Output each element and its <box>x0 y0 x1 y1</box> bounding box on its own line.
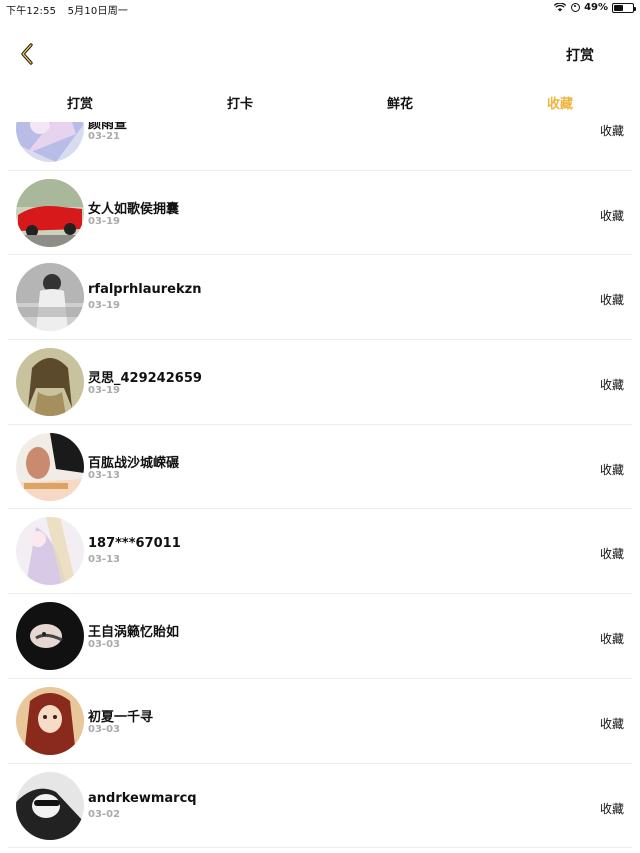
avatar <box>16 348 84 417</box>
status-time: 下午12:55 <box>6 6 57 17</box>
favorite-label[interactable]: 收藏 <box>600 461 624 478</box>
favorite-date: 03-13 <box>88 469 120 481</box>
favorite-label[interactable]: 收藏 <box>600 545 624 562</box>
user-name: andrkewmarcq <box>88 790 197 806</box>
avatar <box>16 263 84 332</box>
avatar <box>16 686 84 755</box>
back-button[interactable] <box>14 40 42 68</box>
avatar <box>16 602 84 671</box>
list-item[interactable]: 王自涡籁忆貽如 03-03 收藏 <box>8 594 632 679</box>
battery-percent: 49% <box>584 2 608 13</box>
avatar <box>16 122 84 162</box>
favorite-label[interactable]: 收藏 <box>600 630 624 647</box>
user-name: 王自涡籁忆貽如 <box>88 625 180 641</box>
favorite-label[interactable]: 收藏 <box>600 207 624 224</box>
list-item[interactable]: 百肱战沙城嵘碾 03-13 收藏 <box>8 425 632 510</box>
tab-checkin[interactable]: 打卡 <box>160 88 320 122</box>
favorite-label[interactable]: 收藏 <box>600 122 624 139</box>
tab-bar: 打赏 打卡 鲜花 收藏 <box>0 88 640 122</box>
tab-flowers[interactable]: 鲜花 <box>320 88 480 122</box>
favorite-date: 03-19 <box>88 215 120 227</box>
status-right: 49% <box>554 2 636 13</box>
user-name: 187***67011 <box>88 536 181 552</box>
tab-reward[interactable]: 打赏 <box>0 88 160 122</box>
chevron-left-icon <box>21 43 33 65</box>
favorite-label[interactable]: 收藏 <box>600 800 624 817</box>
reward-button[interactable]: 打赏 <box>566 45 594 65</box>
list-item[interactable]: 颜雨萱 03-21 收藏 <box>8 122 632 171</box>
favorite-label[interactable]: 收藏 <box>600 715 624 732</box>
avatar <box>16 178 84 247</box>
battery-fill <box>614 4 623 11</box>
favorite-date: 03-03 <box>88 639 120 651</box>
favorite-date: 03-02 <box>88 808 120 820</box>
status-left: 下午12:55 5月10日周一 <box>6 2 136 17</box>
favorite-label[interactable]: 收藏 <box>600 376 624 393</box>
favorite-date: 03-21 <box>88 131 120 142</box>
list-item[interactable]: 初夏一千寻 03-03 收藏 <box>8 679 632 764</box>
avatar <box>16 517 84 586</box>
list-item[interactable]: rfalprhlaurekzn 03-19 收藏 <box>8 255 632 341</box>
favorite-label[interactable]: 收藏 <box>600 291 624 308</box>
avatar <box>16 771 84 840</box>
list-item[interactable]: 灵思_429242659 03-19 收藏 <box>8 340 632 425</box>
favorite-date: 03-19 <box>88 300 120 312</box>
status-date: 5月10日周一 <box>67 6 129 17</box>
favorites-list-inner: 颜雨萱 03-21 收藏 女人如歌侯拥囊 03-19 收藏 rfalprhlau… <box>0 122 640 849</box>
orientation-lock-icon <box>571 3 581 12</box>
user-name: 初夏一千寻 <box>88 709 154 725</box>
user-name: 灵思_429242659 <box>88 371 202 387</box>
nav-bar: 打赏 <box>0 18 640 88</box>
list-item[interactable]: andrkewmarcq 03-02 收藏 <box>8 764 632 849</box>
status-bar: 下午12:55 5月10日周一 49% <box>0 0 640 18</box>
favorite-date: 03-19 <box>88 385 120 397</box>
wifi-icon <box>554 3 567 12</box>
battery-icon <box>612 2 636 13</box>
user-name: 女人如歌侯拥囊 <box>88 201 180 217</box>
list-item[interactable]: 女人如歌侯拥囊 03-19 收藏 <box>8 171 632 256</box>
tab-favorites[interactable]: 收藏 <box>480 88 640 122</box>
user-name: 百肱战沙城嵘碾 <box>88 455 180 471</box>
favorites-list[interactable]: 颜雨萱 03-21 收藏 女人如歌侯拥囊 03-19 收藏 rfalprhlau… <box>0 122 640 853</box>
favorite-date: 03-03 <box>88 723 120 735</box>
list-item[interactable]: 187***67011 03-13 收藏 <box>8 509 632 595</box>
user-name: rfalprhlaurekzn <box>88 282 202 298</box>
avatar <box>16 432 84 501</box>
favorite-date: 03-13 <box>88 554 120 566</box>
